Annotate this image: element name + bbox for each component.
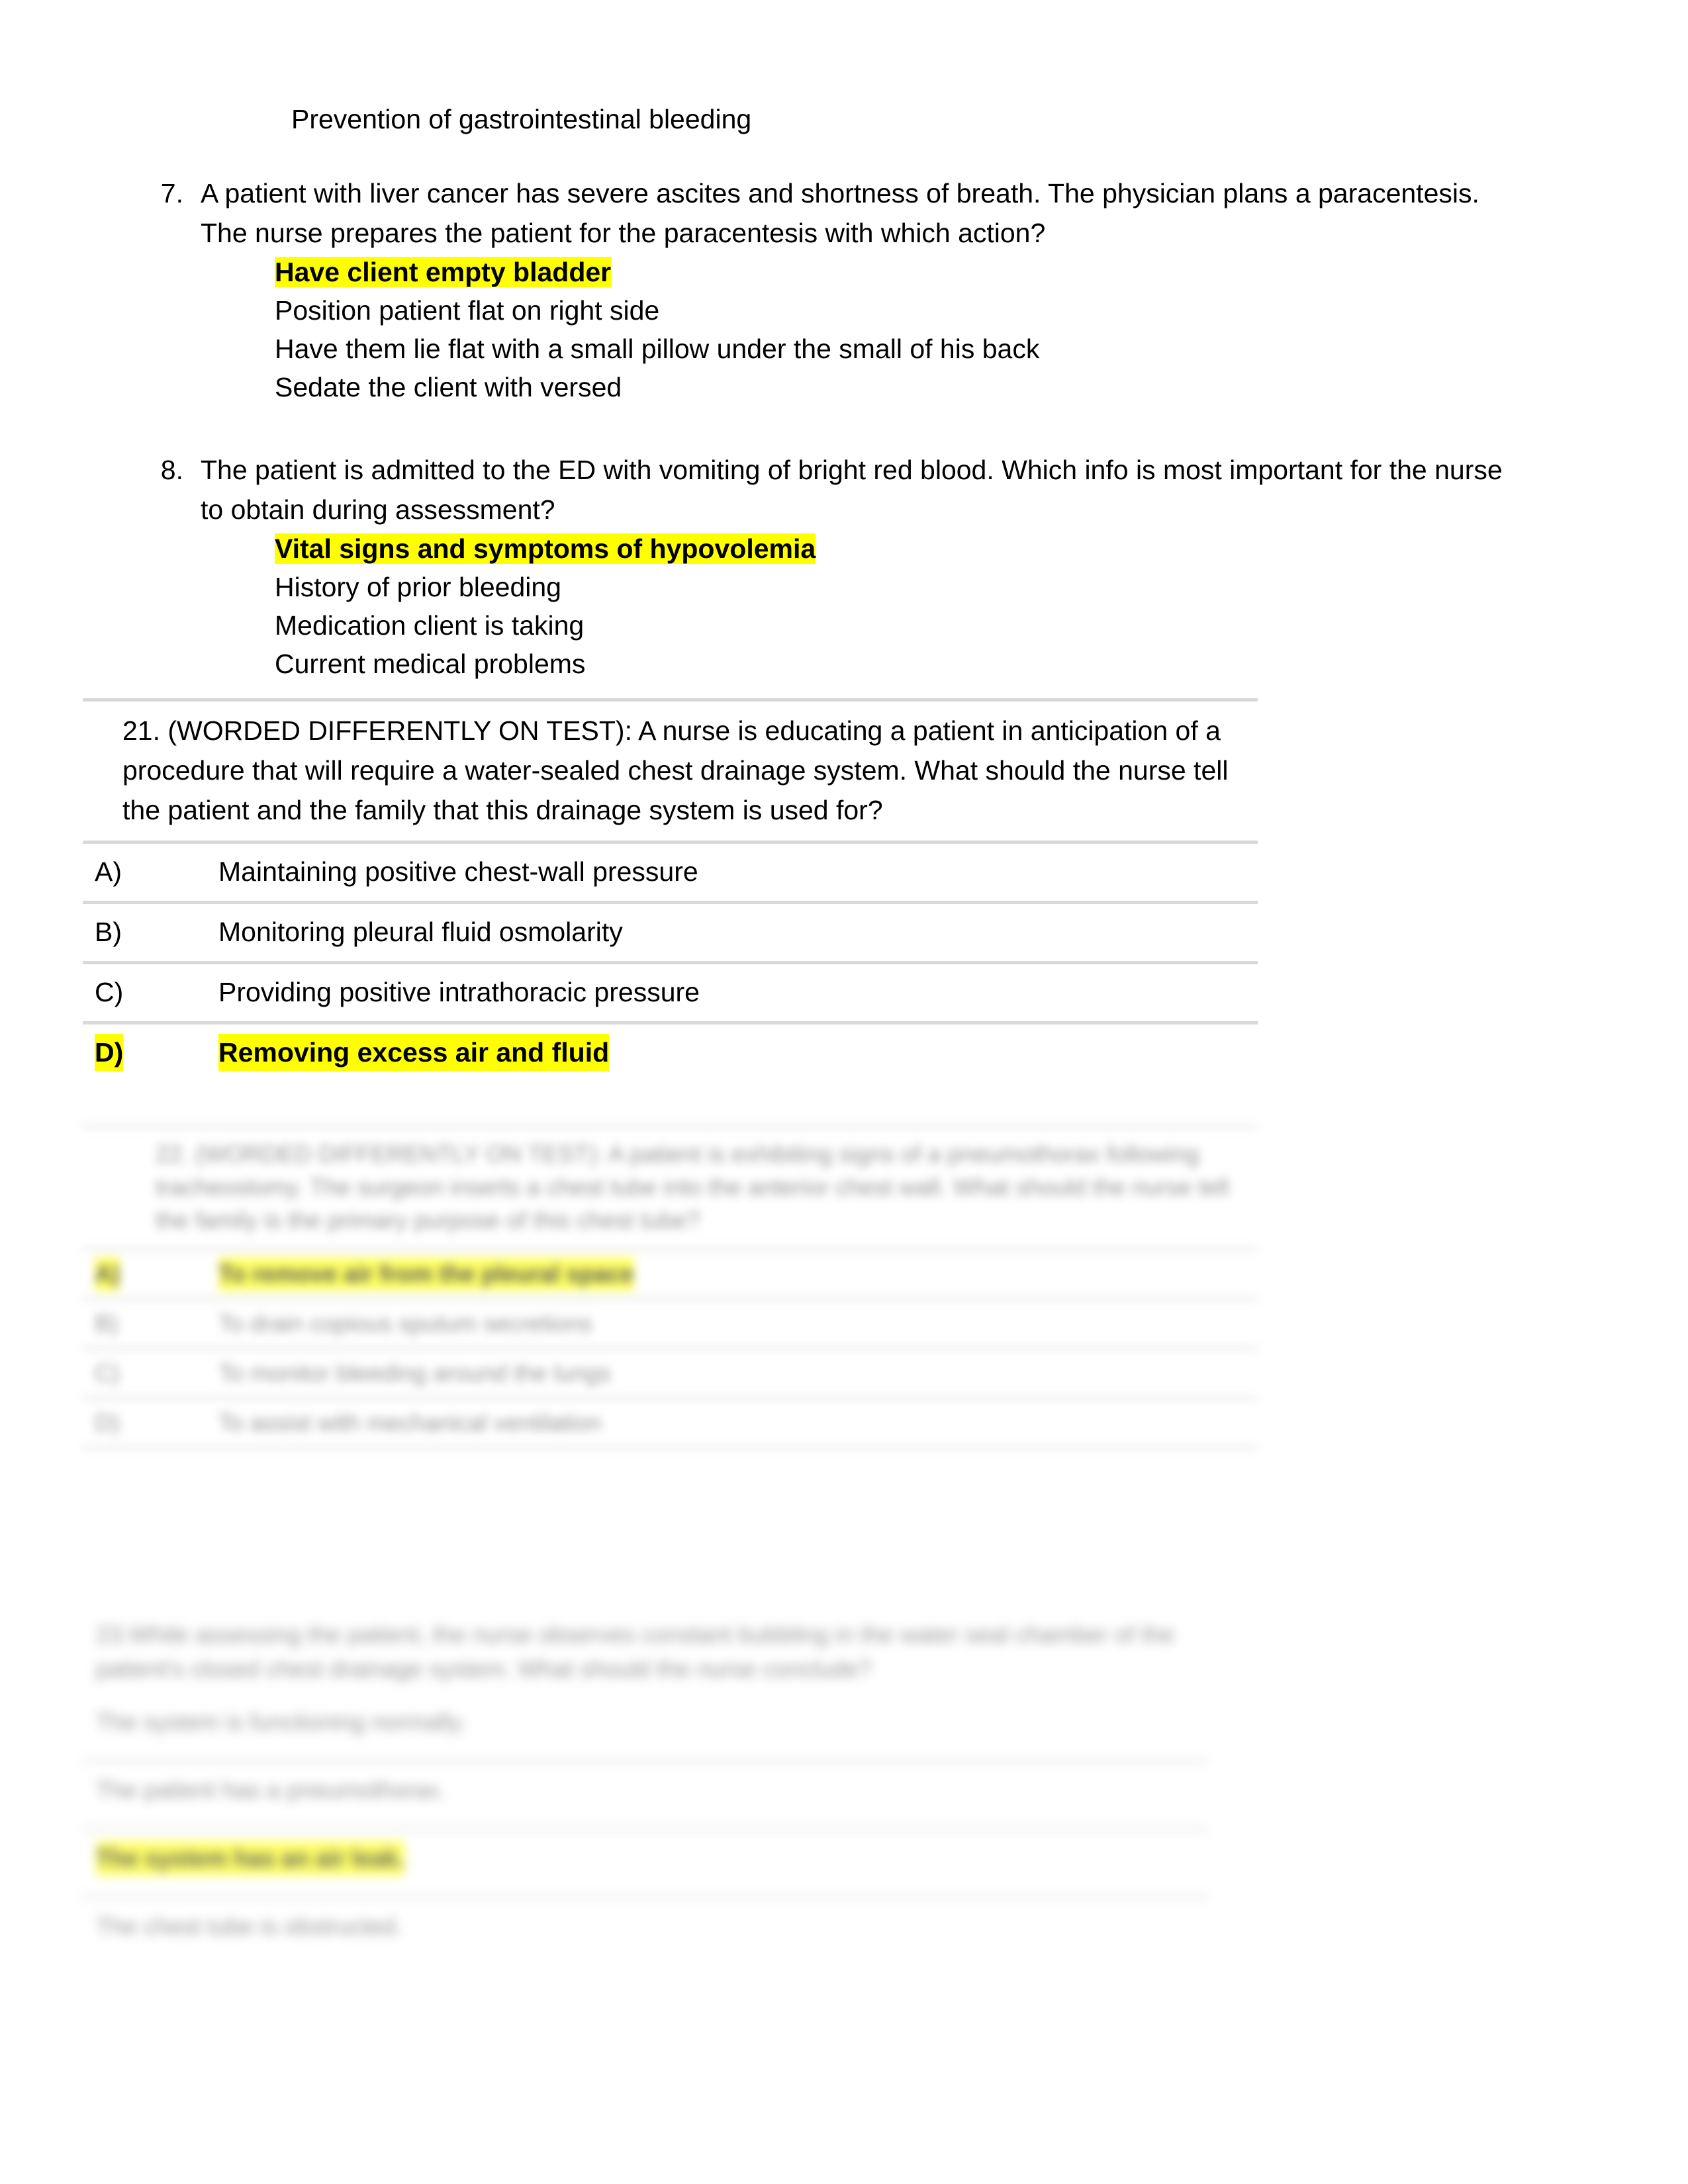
question-21-option-a-row[interactable]: A) Maintaining positive chest-wall press…: [83, 844, 1258, 901]
question-21-option-d-letter: D): [83, 1034, 218, 1071]
question-21-option-c-row[interactable]: C) Providing positive intrathoracic pres…: [83, 964, 1258, 1021]
question-21-stem: 21. (WORDED DIFFERENTLY ON TEST): A nurs…: [122, 715, 1236, 825]
question-7: 7. A patient with liver cancer has sever…: [149, 173, 1539, 406]
blurred-question-22-table: 22. (WORDED DIFFERENTLY ON TEST): A pati…: [83, 1125, 1258, 1449]
blurred-23-option-3-text: The system has an air leak.: [83, 1841, 1208, 1876]
blurred-22-option-c-row[interactable]: C) To monitor bleeding around the lungs: [83, 1350, 1258, 1396]
question-8-stem-row: 8. The patient is admitted to the ED wit…: [149, 450, 1539, 529]
blurred-22-option-a-answer: To remove air from the pleural space: [218, 1257, 634, 1291]
question-8-option-1-text: Vital signs and symptoms of hypovolemia: [275, 533, 816, 564]
blurred-22-option-d-text: To assist with mechanical ventilation: [218, 1409, 602, 1436]
blurred-23-stem-cell: 23.While assessing the patient, the nurs…: [83, 1608, 1208, 1702]
question-21-option-d-row[interactable]: D) Removing excess air and fluid: [83, 1024, 1258, 1081]
question-7-option-3[interactable]: Have them lie flat with a small pillow u…: [275, 330, 1539, 368]
question-21-option-a-text: Maintaining positive chest-wall pressure: [218, 856, 698, 887]
question-8-number: 8.: [160, 455, 183, 485]
question-8-options: Vital signs and symptoms of hypovolemia …: [275, 529, 1539, 683]
question-8-option-2[interactable]: History of prior bleeding: [275, 568, 1539, 606]
blurred-23-option-1-text: The system is functioning normally.: [96, 1708, 467, 1735]
blurred-question-23-table: 23.While assessing the patient, the nurs…: [83, 1608, 1208, 1964]
question-21-table: 21. (WORDED DIFFERENTLY ON TEST): A nurs…: [83, 698, 1258, 1081]
question-21-option-c-letter: C): [95, 977, 124, 1007]
question-21-option-a-letter: A): [95, 856, 122, 887]
question-21-option-b-letter: B): [95, 917, 122, 947]
question-7-option-2[interactable]: Position patient flat on right side: [275, 291, 1539, 330]
question-7-stem: A patient with liver cancer has severe a…: [201, 178, 1479, 248]
question-7-stem-row: 7. A patient with liver cancer has sever…: [149, 173, 1539, 253]
question-8: 8. The patient is admitted to the ED wit…: [149, 450, 1539, 683]
question-21-option-c-text: Providing positive intrathoracic pressur…: [218, 977, 700, 1007]
question-21-option-b-row[interactable]: B) Monitoring pleural fluid osmolarity: [83, 904, 1258, 961]
question-7-option-4[interactable]: Sedate the client with versed: [275, 368, 1539, 406]
document-page: Prevention of gastrointestinal bleeding …: [0, 0, 1688, 2184]
blurred-22-option-a-letter-text: A): [95, 1257, 120, 1291]
question-21-option-b-text: Monitoring pleural fluid osmolarity: [218, 917, 623, 947]
page-heading: Prevention of gastrointestinal bleeding: [291, 99, 1549, 139]
blurred-22-option-a-text: To remove air from the pleural space: [218, 1257, 1258, 1291]
question-7-number: 7.: [160, 178, 183, 208]
blurred-22-rule-5: [83, 1446, 1258, 1449]
question-21-option-d-text: Removing excess air and fluid: [218, 1034, 1258, 1071]
question-7-option-1-text: Have client empty bladder: [275, 257, 612, 287]
blurred-23-option-4-row[interactable]: The chest tube is obstructed.: [83, 1899, 1208, 1964]
blurred-23-option-2-text: The patient has a pneumothorax.: [96, 1776, 446, 1803]
blurred-23-option-3-row[interactable]: The system has an air leak.: [83, 1831, 1208, 1895]
question-8-option-3[interactable]: Medication client is taking: [275, 606, 1539, 645]
blurred-22-stem-cell: 22. (WORDED DIFFERENTLY ON TEST): A pati…: [83, 1128, 1258, 1248]
blurred-23-option-1-row[interactable]: The system is functioning normally.: [83, 1702, 1208, 1759]
blurred-22-stem: 22. (WORDED DIFFERENTLY ON TEST): A pati…: [156, 1140, 1236, 1234]
blurred-22-option-a-letter: A): [83, 1257, 218, 1291]
blurred-22-option-b-text: To drain copious sputum secretions: [218, 1310, 592, 1337]
question-7-option-1[interactable]: Have client empty bladder: [275, 253, 1539, 291]
blurred-23-stem: 23.While assessing the patient, the nurs…: [96, 1621, 1181, 1682]
blurred-22-option-b-letter: B): [95, 1310, 118, 1337]
heading-text: Prevention of gastrointestinal bleeding: [291, 104, 752, 134]
question-8-stem: The patient is admitted to the ED with v…: [201, 455, 1503, 525]
question-21-option-d-letter-text: D): [95, 1034, 124, 1071]
question-21-option-d-answer: Removing excess air and fluid: [218, 1034, 610, 1071]
blurred-22-option-b-row[interactable]: B) To drain copious sputum secretions: [83, 1300, 1258, 1347]
blurred-22-option-c-letter: C): [95, 1359, 120, 1387]
blurred-23-option-4-text: The chest tube is obstructed.: [96, 1913, 402, 1940]
blurred-22-option-d-row[interactable]: D) To assist with mechanical ventilation: [83, 1400, 1258, 1446]
question-21-stem-cell: 21. (WORDED DIFFERENTLY ON TEST): A nurs…: [83, 702, 1258, 841]
question-8-option-1[interactable]: Vital signs and symptoms of hypovolemia: [275, 529, 1539, 568]
blurred-23-option-3-answer: The system has an air leak.: [96, 1841, 405, 1876]
question-7-options: Have client empty bladder Position patie…: [275, 253, 1539, 406]
question-8-option-4[interactable]: Current medical problems: [275, 645, 1539, 683]
blurred-23-option-2-row[interactable]: The patient has a pneumothorax.: [83, 1762, 1208, 1827]
blurred-22-option-c-text: To monitor bleeding around the lungs: [218, 1359, 611, 1387]
blurred-22-option-d-letter: D): [95, 1409, 120, 1436]
blurred-22-option-a-row[interactable]: A) To remove air from the pleural space: [83, 1251, 1258, 1297]
